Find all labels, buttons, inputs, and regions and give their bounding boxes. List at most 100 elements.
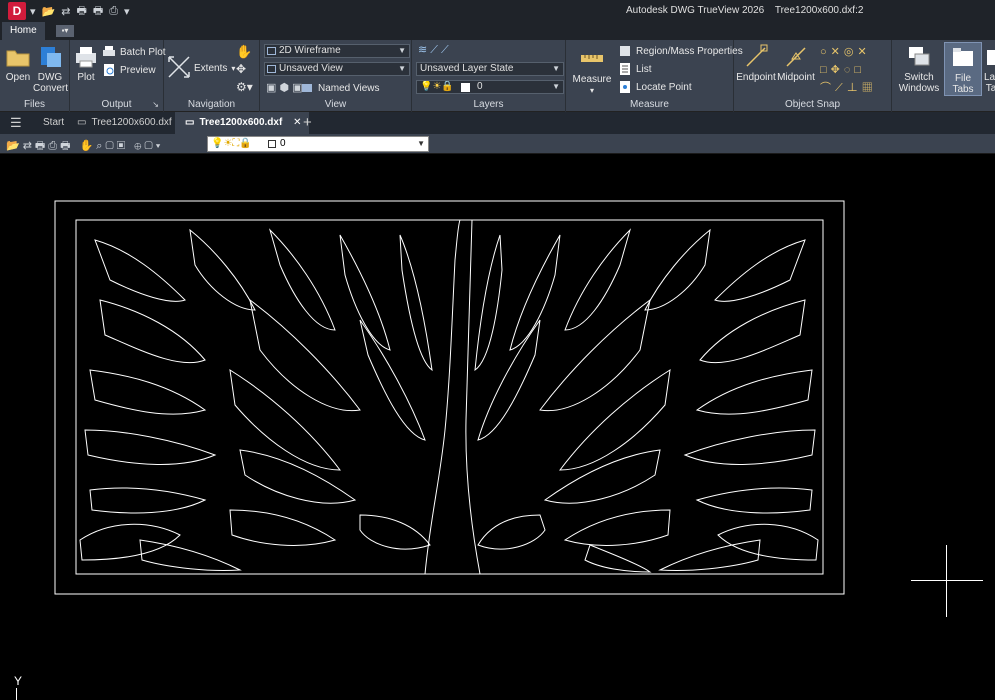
layer-dropdown[interactable]: 💡☀🔒 0 ▼	[416, 80, 564, 94]
steering-wheel-icon[interactable]: ⚙▾	[236, 80, 253, 94]
new-tab-icon[interactable]: +	[303, 112, 312, 134]
branch-shape	[249, 298, 361, 412]
branch-shape	[399, 234, 433, 372]
viewcube-icon[interactable]: ▣ ⬢ ▣	[266, 81, 303, 94]
document-tab-bar: ☰ Start ▭ Tree1200x600.dxf ▭ Tree1200x600.…	[0, 112, 995, 134]
region-mass-label: Region/Mass Properties	[636, 45, 743, 57]
open-icon[interactable]: 📂	[42, 5, 56, 18]
view-toolbar-icons[interactable]: 📂⇄🖶⎙🖶 ✋⌕▢▣ ⊕▢▾	[6, 137, 163, 156]
branch-shape	[339, 234, 391, 351]
app-menu-chevron-icon[interactable]: ▾	[30, 5, 36, 18]
extents-icon	[168, 56, 190, 78]
extents-label: Extents	[194, 63, 228, 74]
doc-tab-2[interactable]: ▭ Tree1200x600.dxf ✕	[175, 112, 310, 134]
orbit-icon[interactable]: ✥	[236, 62, 246, 76]
printer-icon	[76, 47, 96, 68]
branch-shape	[359, 514, 431, 550]
file-tabs-icon	[953, 48, 973, 66]
midpoint-button[interactable]: Midpoint	[776, 44, 816, 83]
batch-plot-button[interactable]: Batch Plot	[102, 45, 166, 59]
panel-title-layers: Layers	[473, 99, 504, 110]
layer-toolbar-dropdown[interactable]: 💡☀⛶🔒 0 ▼	[207, 136, 429, 152]
file-icon: ▭	[77, 117, 87, 128]
file-tabs-button[interactable]: File Tabs	[944, 42, 982, 96]
named-views-icon	[302, 84, 312, 92]
layer-properties-icon[interactable]: ≋ ⟋ ⟋	[418, 43, 449, 57]
plot-icon[interactable]: 🖶	[76, 2, 86, 21]
convert-label-1: DWG	[37, 72, 63, 83]
close-tab-icon[interactable]: ✕	[293, 117, 301, 128]
doc-tab-start[interactable]: Start	[43, 112, 64, 134]
snap-mode-icons[interactable]: ○✕◎✕ □✥◌□ ⌒⟋⊥▦	[820, 43, 890, 97]
convert-label-2: Convert	[33, 83, 69, 94]
endpoint-button[interactable]: Endpoint	[736, 44, 776, 83]
ucs-y-label: Y	[14, 674, 23, 688]
ribbon-options-icon[interactable]: ▪▾	[56, 25, 74, 37]
branch-shape	[699, 299, 806, 364]
branch-shape	[79, 523, 181, 561]
switch-windows-button[interactable]: Switch Windows	[898, 44, 940, 94]
measure-button[interactable]: Measure ▾	[572, 46, 612, 96]
preview-label: Preview	[120, 64, 156, 76]
publish-icon[interactable]: ⎙	[109, 5, 118, 18]
extents-button[interactable]: Extents ▾	[194, 63, 235, 74]
ruler-icon	[581, 55, 603, 62]
window-title: Autodesk DWG TrueView 2026 Tree1200x600.…	[626, 5, 871, 16]
preview-icon	[104, 64, 114, 76]
layout-tabs-button[interactable]: Lay Ta	[984, 44, 995, 94]
visual-style-value: 2D Wireframe	[279, 45, 341, 56]
layout-tabs-label-2: Ta	[985, 83, 995, 94]
endpoint-icon	[746, 44, 768, 67]
pan-hand-icon[interactable]: ✋	[236, 44, 252, 60]
open-button[interactable]: Open	[4, 44, 32, 83]
chevron-down-icon: ▼	[552, 82, 560, 91]
branch-shape	[683, 429, 816, 465]
drawing-canvas[interactable]: Y	[0, 155, 995, 700]
branch-shape	[563, 509, 671, 546]
branch-shape	[477, 514, 546, 550]
preview-button[interactable]: Preview	[102, 63, 156, 77]
named-views-button[interactable]: Named Views	[300, 81, 380, 95]
batch-plot-icon	[103, 46, 115, 56]
measure-chevron-icon: ▾	[589, 86, 594, 95]
visual-style-dropdown[interactable]: 2D Wireframe ▼	[264, 44, 410, 58]
plot-button[interactable]: Plot	[72, 44, 100, 83]
layout-tabs-label-1: Lay	[984, 72, 995, 83]
convert-icon[interactable]: ⇄	[61, 5, 70, 18]
layout-tabs-icon	[987, 50, 995, 65]
visual-style-icon	[267, 47, 276, 55]
panel-navigation: Extents ▾ ✋ ✥ ⚙▾ Navigation	[164, 40, 260, 112]
file-name: Tree1200x600.dxf:2	[774, 5, 864, 16]
file-icon: ▭	[185, 117, 195, 128]
dwg-convert-button[interactable]: DWG Convert	[33, 44, 69, 94]
app-logo[interactable]: D	[8, 2, 26, 20]
chevron-down-icon: ▼	[552, 64, 560, 73]
doc-tab-2-label: Tree1200x600.dxf	[199, 117, 283, 128]
saved-view-dropdown[interactable]: Unsaved View ▼	[264, 62, 410, 76]
panel-measure: Measure ▾ Region/Mass Properties List Lo…	[566, 40, 743, 112]
customize-chevron-icon[interactable]: ▾	[124, 5, 130, 18]
layer-toolbar-value: 0	[280, 138, 286, 149]
menu-icon[interactable]: ☰	[10, 112, 22, 134]
ribbon-tab-bar: Home ▪▾	[0, 22, 995, 40]
locate-point-label: Locate Point	[636, 81, 692, 93]
tab-home[interactable]: Home	[2, 22, 45, 40]
branch-shape	[89, 369, 207, 415]
crosshair-horizontal	[911, 580, 983, 581]
midpoint-icon	[786, 47, 806, 67]
output-expand-icon[interactable]: ↘	[152, 100, 159, 109]
midpoint-label: Midpoint	[777, 72, 815, 83]
branch-shape	[584, 544, 652, 573]
panel-layers: ≋ ⟋ ⟋ Unsaved Layer State ▼ 💡☀🔒 0 ▼ Laye…	[412, 40, 566, 112]
region-mass-button[interactable]: Region/Mass Properties	[618, 44, 743, 58]
app-name: Autodesk DWG TrueView 2026	[626, 5, 765, 16]
plot-label: Plot	[77, 72, 95, 83]
doc-tab-1[interactable]: ▭ Tree1200x600.dxf	[77, 112, 172, 134]
batch-plot-icon[interactable]: 🖶	[93, 2, 103, 21]
panel-files: Open DWG Convert Files	[0, 40, 70, 112]
trunk-left-edge	[424, 219, 461, 575]
file-tabs-label: File Tabs	[952, 73, 974, 95]
layer-state-dropdown[interactable]: Unsaved Layer State ▼	[416, 62, 564, 76]
locate-point-button[interactable]: Locate Point	[618, 80, 692, 94]
list-button[interactable]: List	[618, 62, 652, 76]
